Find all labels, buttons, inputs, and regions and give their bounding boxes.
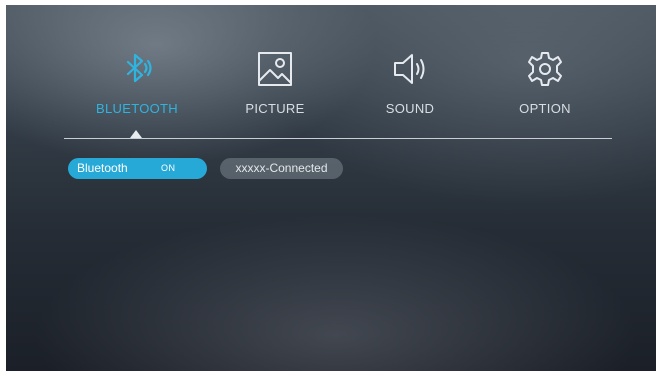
menu-item-sound[interactable]: SOUND <box>355 49 465 129</box>
menu-divider <box>64 138 612 139</box>
picture-icon <box>258 52 292 86</box>
bluetooth-icon <box>126 53 152 83</box>
bluetooth-toggle-state: ON <box>161 163 176 173</box>
menu-label-picture: PICTURE <box>245 101 305 116</box>
connected-device-item[interactable]: xxxxx-Connected <box>220 158 343 179</box>
tv-settings-screen: BLUETOOTH PICTURE SOUND OPTION Bluetooth… <box>6 5 656 371</box>
bluetooth-toggle-label: Bluetooth <box>77 161 128 175</box>
menu-item-option[interactable]: OPTION <box>490 49 600 129</box>
selection-pointer <box>130 130 142 138</box>
bluetooth-toggle[interactable]: Bluetooth ON <box>68 158 207 179</box>
speaker-icon <box>394 54 425 84</box>
menu-item-bluetooth[interactable]: BLUETOOTH <box>82 49 192 129</box>
gear-icon <box>528 52 562 86</box>
menu-label-option: OPTION <box>519 101 571 116</box>
top-menu: BLUETOOTH PICTURE SOUND OPTION <box>6 5 656 145</box>
menu-label-sound: SOUND <box>385 101 435 116</box>
menu-label-bluetooth: BLUETOOTH <box>96 101 178 116</box>
menu-item-picture[interactable]: PICTURE <box>220 49 330 129</box>
